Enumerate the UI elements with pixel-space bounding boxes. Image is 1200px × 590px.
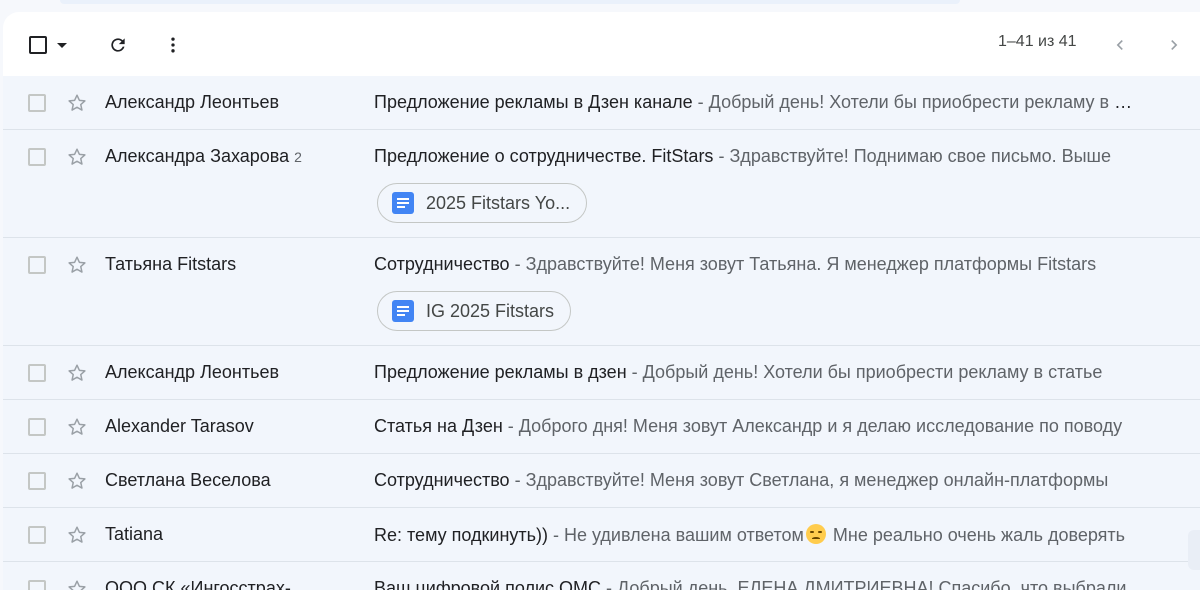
row-checkbox[interactable] (28, 472, 46, 490)
email-subject: Re: тему подкинуть)) (374, 525, 548, 545)
email-snippet: Доброго дня! Меня зовут Александр и я де… (518, 416, 1123, 436)
email-subject: Сотрудничество (374, 254, 510, 274)
email-content: Ваш цифровой полис ОМС - Добрый день, ЕЛ… (374, 578, 1138, 590)
refresh-icon (111, 38, 125, 52)
email-row[interactable]: Александр Леонтьев Предложение рекламы в… (3, 76, 1200, 130)
email-sender: Александр Леонтьев (105, 362, 280, 382)
row-checkbox[interactable] (28, 94, 46, 112)
email-list: Александр Леонтьев Предложение рекламы в… (3, 76, 1200, 590)
row-checkbox[interactable] (28, 364, 46, 382)
email-subject: Статья на Дзен (374, 416, 503, 436)
email-row[interactable]: Светлана Веселова Сотрудничество - Здрав… (3, 454, 1200, 508)
subject-separator: - (548, 525, 564, 545)
email-content: Предложение рекламы в дзен - Добрый день… (374, 362, 1138, 383)
google-docs-icon (392, 192, 414, 214)
email-sender: Александр Леонтьев (105, 92, 280, 112)
star-icon[interactable] (66, 254, 88, 276)
subject-separator: - (692, 92, 709, 112)
email-content: Сотрудничество - Здравствуйте! Меня зову… (374, 470, 1138, 491)
email-content: Предложение рекламы в Дзен канале - Добр… (374, 92, 1138, 113)
email-snippet: Здравствуйте! Меня зовут Татьяна. Я мене… (525, 254, 1097, 274)
row-checkbox[interactable] (28, 256, 46, 274)
star-icon[interactable] (66, 362, 88, 384)
search-bar-edge (60, 0, 960, 4)
mail-list-panel: 1–41 из 41 Александр Леонтьев Предложени… (3, 12, 1200, 590)
attachment-name: IG 2025 Fitstars (426, 300, 555, 321)
email-row[interactable]: Александра Захарова 2 Предложение о сотру… (3, 130, 1200, 238)
subject-separator: - (502, 416, 519, 436)
star-icon[interactable] (66, 578, 88, 590)
email-snippet: Здравствуйте! Поднимаю свое письмо. Выше (729, 146, 1111, 166)
email-content: Re: тему подкинуть)) - Не удивлена вашим… (374, 524, 1138, 546)
pagination-label: 1–41 из 41 (998, 33, 1077, 50)
row-checkbox[interactable] (28, 580, 46, 590)
subject-separator: - (713, 146, 730, 166)
email-row[interactable]: Alexander Tarasov Статья на Дзен - Добро… (3, 400, 1200, 454)
refresh-button[interactable] (105, 32, 131, 58)
select-all-checkbox[interactable] (25, 32, 51, 58)
email-snippet: Добрый день, ЕЛЕНА ДМИТРИЕВНА! Спасибо, … (617, 578, 1127, 590)
email-sender: Татьяна Fitstars (105, 254, 237, 274)
row-checkbox[interactable] (28, 418, 46, 436)
newer-page-button[interactable] (1161, 32, 1187, 58)
checkbox-icon (29, 36, 47, 54)
email-subject: Предложение о сотрудничестве. FitStars (374, 146, 714, 166)
select-menu-button[interactable] (55, 38, 69, 52)
email-content: Статья на Дзен - Доброго дня! Меня зовут… (374, 416, 1138, 437)
email-content: Сотрудничество - Здравствуйте! Меня зову… (374, 254, 1138, 275)
email-row[interactable]: ООО СК «Ингосстрах- Ваш цифровой полис О… (3, 562, 1200, 590)
star-icon[interactable] (66, 92, 88, 114)
email-row[interactable]: Татьяна Fitstars Сотрудничество - Здравс… (3, 238, 1200, 346)
row-checkbox[interactable] (28, 148, 46, 166)
email-row[interactable]: Александр Леонтьев Предложение рекламы в… (3, 346, 1200, 400)
email-row[interactable]: Tatiana Re: тему подкинуть)) - Не удивле… (3, 508, 1200, 562)
older-page-button[interactable] (1107, 32, 1133, 58)
email-subject: Сотрудничество (374, 470, 510, 490)
email-snippet: Добрый день! Хотели бы приобрести реклам… (642, 362, 1103, 382)
disappointed-face-emoji (805, 524, 826, 544)
email-subject: Ваш цифровой полис ОМС (374, 578, 601, 590)
email-sender: Alexander Tarasov (105, 416, 254, 436)
subject-separator: - (626, 362, 643, 382)
more-options-button[interactable] (160, 32, 186, 58)
email-snippet-continued: Мне реально очень жаль доверять (827, 525, 1126, 545)
attachment-name: 2025 Fitstars Yo... (426, 192, 571, 213)
email-snippet: Добрый день! Хотели бы приобрести реклам… (708, 92, 1138, 112)
star-icon[interactable] (66, 470, 88, 492)
chevron-right-icon (1171, 40, 1178, 50)
email-content: Предложение о сотрудничестве. FitStars -… (374, 146, 1138, 167)
thread-count: 2 (294, 149, 302, 165)
email-sender: Tatiana (105, 524, 164, 544)
attachment-chip[interactable]: IG 2025 Fitstars (377, 291, 572, 331)
subject-separator: - (509, 254, 526, 274)
email-subject: Предложение рекламы в Дзен канале (374, 92, 693, 112)
chevron-down-icon (57, 42, 67, 48)
mail-toolbar: 1–41 из 41 (3, 12, 1200, 76)
more-vert-icon (171, 37, 175, 53)
email-subject: Предложение рекламы в дзен (374, 362, 627, 382)
email-sender: Светлана Веселова (105, 470, 271, 490)
email-snippet: Здравствуйте! Меня зовут Светлана, я мен… (525, 470, 1109, 490)
email-snippet: Не удивлена вашим ответом (564, 525, 804, 545)
google-docs-icon (392, 300, 414, 322)
subject-separator: - (509, 470, 526, 490)
email-sender: Александра Захарова 2 (105, 146, 302, 166)
attachment-chip[interactable]: 2025 Fitstars Yo... (377, 183, 588, 223)
email-sender: ООО СК «Ингосстрах- (105, 578, 291, 590)
star-icon[interactable] (66, 146, 88, 168)
row-checkbox[interactable] (28, 526, 46, 544)
star-icon[interactable] (66, 524, 88, 546)
star-icon[interactable] (66, 416, 88, 438)
side-panel-toggle[interactable] (1188, 530, 1200, 570)
chevron-left-icon (1116, 40, 1123, 50)
subject-separator: - (601, 578, 617, 590)
